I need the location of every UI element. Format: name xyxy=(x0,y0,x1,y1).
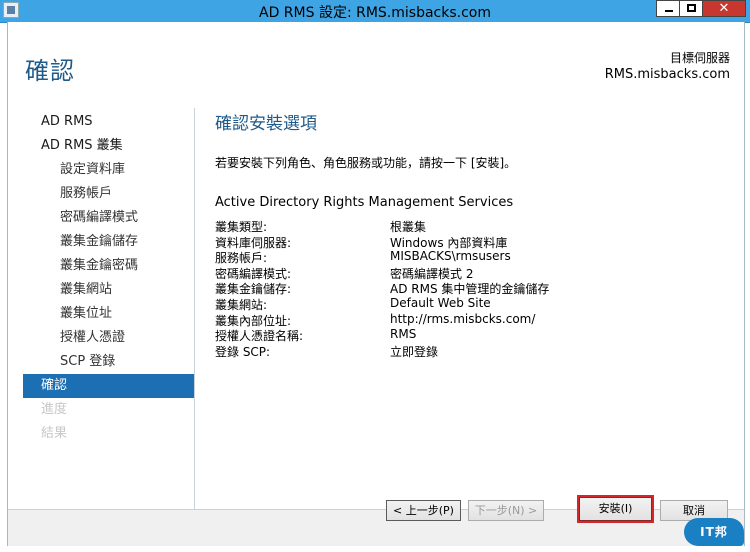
property-value: Default Web Site xyxy=(390,295,491,310)
nav-item[interactable]: 叢集金鑰密碼 xyxy=(23,254,194,278)
destination-server-name: RMS.misbacks.com xyxy=(604,67,730,82)
property-value: MISBACKS\rmsusers xyxy=(390,249,511,264)
property-value: http://rms.misbcks.com/ xyxy=(390,311,536,326)
property-key: 資料庫伺服器: xyxy=(215,235,292,250)
intro-text: 若要安裝下列角色、角色服務或功能，請按一下 [安裝]。 xyxy=(215,156,517,170)
maximize-icon xyxy=(687,4,696,12)
wizard-client-area: 確認 目標伺服器 RMS.misbacks.com AD RMS AD RMS 叢… xyxy=(7,22,745,546)
property-value: Windows 內部資料庫 xyxy=(390,235,508,250)
minimize-button[interactable] xyxy=(656,0,680,17)
role-title: Active Directory Rights Management Servi… xyxy=(215,195,514,210)
nav-item[interactable]: 叢集金鑰儲存 xyxy=(23,230,194,254)
property-key: 叢集類型: xyxy=(215,220,268,234)
nav-item: 結果 xyxy=(41,426,68,441)
nav-item[interactable]: 叢集位址 xyxy=(23,302,194,326)
nav-item: 進度 xyxy=(41,402,68,417)
ad-rms-config-window: AD RMS 設定: RMS.misbacks.com ✕ 確認 目標伺服器 R… xyxy=(0,0,750,552)
previous-button[interactable]: < 上一步(P) xyxy=(386,500,461,521)
property-key: 叢集網站: xyxy=(215,297,268,312)
property-key: 密碼編譯模式: xyxy=(215,266,292,281)
property-value: 密碼編譯模式 2 xyxy=(390,266,474,281)
property-key: 授權人憑證名稱: xyxy=(215,329,304,344)
page-title: 確認 xyxy=(25,57,75,85)
section-title: 確認安裝選項 xyxy=(215,114,317,134)
property-key: 服務帳戶: xyxy=(215,251,268,266)
property-key: 叢集內部位址: xyxy=(215,313,292,328)
nav-item[interactable]: AD RMS 叢集 xyxy=(23,134,194,158)
property-key: 登錄 SCP: xyxy=(215,344,271,359)
nav-item[interactable]: SCP 登錄 xyxy=(23,350,194,374)
destination-server-label: 目標伺服器 xyxy=(669,51,730,65)
property-value: AD RMS 集中管理的金鑰儲存 xyxy=(390,282,550,297)
confirmation-content: 確認安裝選項 若要安裝下列角色、角色服務或功能，請按一下 [安裝]。 Activ… xyxy=(215,107,730,359)
install-button[interactable]: 安裝(I) xyxy=(579,497,652,521)
next-button[interactable]: 下一步(N) > xyxy=(468,500,544,521)
close-button[interactable]: ✕ xyxy=(702,0,746,17)
title-bar[interactable]: AD RMS 設定: RMS.misbacks.com ✕ xyxy=(0,0,750,23)
site-watermark-logo: IT邦 xyxy=(684,518,744,546)
nav-item[interactable]: 設定資料庫 xyxy=(23,158,194,182)
window-title: AD RMS 設定: RMS.misbacks.com xyxy=(259,5,491,21)
nav-item[interactable]: 授權人憑證 xyxy=(23,326,194,350)
nav-item[interactable]: 密碼編譯模式 xyxy=(23,206,194,230)
nav-item[interactable]: AD RMS xyxy=(23,110,194,134)
window-controls: ✕ xyxy=(656,0,746,18)
nav-item[interactable]: 服務帳戶 xyxy=(23,182,194,206)
wizard-nav: AD RMS AD RMS 叢集 設定資料庫 服務帳戶 密碼編譯模式 叢集金鑰儲存 叢集金鑰… xyxy=(23,110,194,446)
nav-item[interactable]: 確認 xyxy=(23,374,194,398)
property-value: 立即登錄 xyxy=(390,344,439,359)
minimize-icon xyxy=(665,10,673,12)
nav-item[interactable]: 叢集網站 xyxy=(23,278,194,302)
maximize-button[interactable] xyxy=(679,0,703,17)
property-value: RMS xyxy=(390,327,417,342)
nav-divider xyxy=(194,108,195,510)
property-value: 根叢集 xyxy=(390,220,427,234)
property-key: 叢集金鑰儲存: xyxy=(215,282,292,297)
close-icon: ✕ xyxy=(718,1,730,16)
